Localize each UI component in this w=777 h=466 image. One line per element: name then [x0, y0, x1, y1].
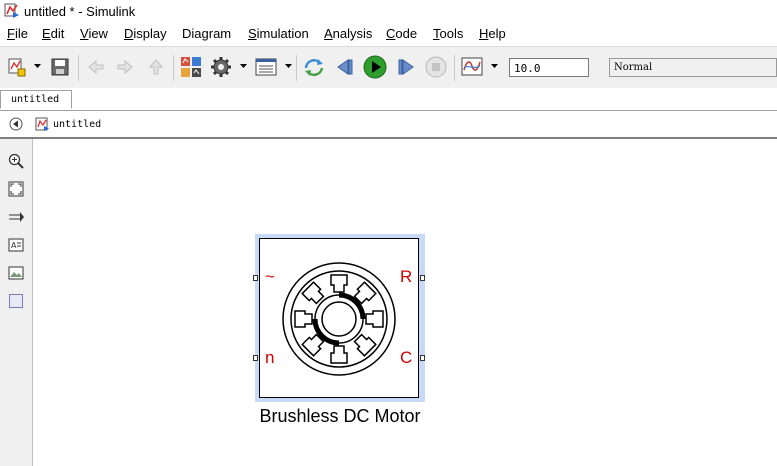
menu-diagram[interactable]: Diagram: [182, 26, 231, 41]
toolbar-separator: [296, 55, 297, 81]
step-forward-icon: [398, 59, 414, 75]
stop-icon: [425, 56, 447, 78]
model-icon: [35, 117, 49, 131]
menu-help[interactable]: Help: [479, 26, 506, 41]
step-back-icon: [337, 59, 353, 75]
hide-browser-icon[interactable]: [8, 116, 24, 132]
step-forward-button[interactable]: [394, 55, 418, 79]
window-title: untitled * - Simulink: [24, 4, 136, 19]
toolbar-separator: [78, 55, 79, 81]
simulation-mode-select[interactable]: Normal: [609, 58, 777, 77]
menu-view[interactable]: View: [80, 26, 108, 41]
annotation-button[interactable]: A: [7, 236, 25, 254]
toolbar: 10.0 Normal: [0, 46, 777, 90]
settings-dropdown[interactable]: [239, 61, 247, 71]
port-label-left-bottom: n: [265, 348, 275, 367]
save-icon: [51, 58, 69, 76]
port-label-right-top: R: [400, 267, 413, 286]
model-explorer-button[interactable]: [254, 55, 278, 79]
tab-strip: untitled: [0, 88, 777, 111]
menu-tools[interactable]: Tools: [433, 26, 463, 41]
back-button[interactable]: [84, 55, 108, 79]
data-inspector-button[interactable]: [460, 55, 484, 79]
image-button[interactable]: [7, 264, 25, 282]
left-palette: A: [0, 139, 33, 466]
run-button[interactable]: [363, 55, 387, 79]
update-model-icon: [304, 59, 324, 77]
model-explorer-icon: [255, 58, 277, 76]
port-label-left-top: ~: [265, 267, 275, 286]
arrow-icon: [9, 212, 24, 222]
address-bar: untitled: [0, 111, 777, 139]
stop-button[interactable]: [424, 55, 448, 79]
model-settings-button[interactable]: [209, 55, 233, 79]
port-left-top[interactable]: [253, 275, 258, 281]
new-model-icon: [8, 58, 26, 77]
step-back-button[interactable]: [333, 55, 357, 79]
chevron-down-icon: [239, 64, 247, 68]
menu-edit[interactable]: Edit: [42, 26, 64, 41]
brushless-dc-motor-block[interactable]: ~ n R C: [259, 238, 419, 398]
new-model-button[interactable]: [5, 55, 29, 79]
inspector-dropdown[interactable]: [490, 61, 498, 71]
svg-text:A: A: [11, 241, 17, 250]
gear-icon: [211, 57, 231, 77]
fit-to-view-button[interactable]: [7, 180, 25, 198]
breadcrumb[interactable]: untitled: [35, 115, 101, 133]
image-icon: [8, 266, 24, 280]
menu-code[interactable]: Code: [386, 26, 417, 41]
title-bar: untitled * - Simulink: [0, 0, 777, 24]
save-button[interactable]: [48, 55, 72, 79]
data-inspector-icon: [461, 57, 483, 76]
port-label-right-bottom: C: [400, 348, 413, 367]
update-model-button[interactable]: [302, 55, 326, 79]
menu-analysis[interactable]: Analysis: [324, 26, 372, 41]
forward-icon: [117, 59, 133, 75]
up-icon: [148, 59, 164, 75]
fit-to-view-icon: [8, 181, 24, 197]
menu-file[interactable]: File: [7, 26, 28, 41]
toolbar-separator: [454, 55, 455, 81]
run-icon: [363, 55, 387, 79]
chevron-down-icon: [33, 64, 41, 68]
toolbar-separator: [173, 55, 174, 81]
back-icon: [88, 59, 104, 75]
annotation-icon: A: [8, 238, 24, 252]
stop-time-input[interactable]: 10.0: [509, 58, 589, 77]
menu-simulation[interactable]: Simulation: [248, 26, 309, 41]
zoom-in-icon: [8, 153, 24, 169]
area-button[interactable]: [7, 292, 25, 310]
up-button[interactable]: [144, 55, 168, 79]
menu-display[interactable]: Display: [124, 26, 167, 41]
tab-untitled[interactable]: untitled: [0, 90, 72, 109]
port-left-bottom[interactable]: [253, 355, 258, 361]
motor-icon: [282, 262, 396, 376]
arrow-button[interactable]: [7, 208, 25, 226]
area-icon: [9, 294, 23, 308]
chevron-down-icon: [490, 64, 498, 68]
breadcrumb-label: untitled: [53, 118, 102, 130]
library-browser-button[interactable]: [179, 55, 203, 79]
port-right-bottom[interactable]: [420, 355, 425, 361]
menu-bar: File Edit View Display Diagram Simulatio…: [0, 24, 777, 44]
chevron-down-icon: [284, 64, 292, 68]
simulink-app-icon: [4, 3, 19, 18]
forward-button[interactable]: [113, 55, 137, 79]
port-right-top[interactable]: [420, 275, 425, 281]
block-name-label[interactable]: Brushless DC Motor: [240, 406, 440, 427]
explorer-dropdown[interactable]: [284, 61, 292, 71]
library-browser-icon: [181, 57, 201, 77]
new-model-dropdown[interactable]: [33, 61, 41, 71]
zoom-in-button[interactable]: [7, 152, 25, 170]
